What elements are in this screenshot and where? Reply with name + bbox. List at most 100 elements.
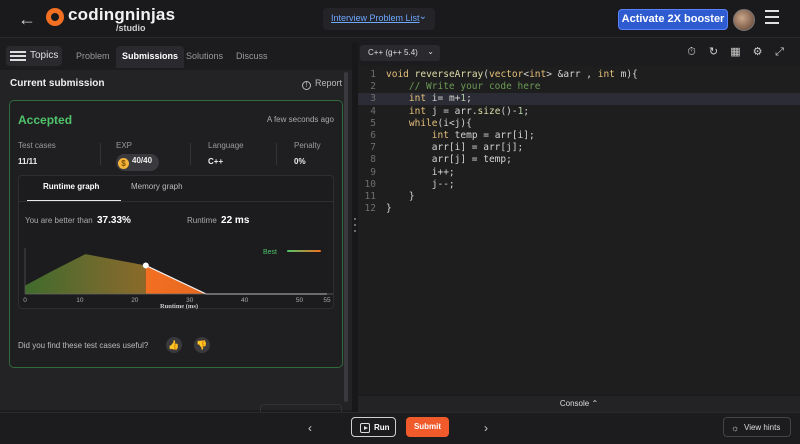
hints-label: View hints xyxy=(744,423,781,432)
x-tick-label: 20 xyxy=(131,297,139,304)
stat-value: C++ xyxy=(208,157,224,166)
exp-badge: $40/40 xyxy=(116,154,160,171)
run-button[interactable]: Run xyxy=(351,417,396,437)
better-label: You are better than xyxy=(25,216,93,225)
divider xyxy=(276,143,277,165)
left-panel-scrollbar[interactable] xyxy=(344,72,348,402)
avatar[interactable] xyxy=(733,9,755,31)
previous-arrow-icon[interactable]: ‹ xyxy=(308,421,312,435)
code-text: while(i<j){ xyxy=(408,117,472,129)
code-text: j--; xyxy=(386,178,455,190)
problem-list-label: Interview Problem List xyxy=(331,13,420,23)
x-axis-label: Runtime (ms) xyxy=(160,303,198,310)
code-line[interactable]: 1 void reverseArray(vector<int> &arr , in… xyxy=(358,69,800,81)
tab-submissions[interactable]: Submissions xyxy=(116,46,185,68)
code-line[interactable]: 5 while(i<j){ xyxy=(358,118,800,130)
panel-footer-stub xyxy=(260,404,342,412)
topics-button[interactable]: Topics xyxy=(6,46,62,66)
fullscreen-icon[interactable]: ⤢ xyxy=(773,46,786,59)
timer-icon[interactable]: ⏱ xyxy=(685,46,698,59)
thumbs-up-icon[interactable]: 👍 xyxy=(166,337,182,353)
next-arrow-icon[interactable]: › xyxy=(484,421,488,435)
x-tick-label: 10 xyxy=(76,297,84,304)
code-text: int i= m+1; xyxy=(408,93,472,105)
stat-penalty: Penalty 0% xyxy=(294,141,321,166)
stat-exp: EXP $40/40 xyxy=(116,141,160,171)
code-line[interactable]: 10 j--; xyxy=(358,179,800,191)
layout-icon[interactable]: ▦ xyxy=(729,46,742,59)
code-line[interactable]: 3 int i= m+1; xyxy=(358,93,800,106)
divider xyxy=(100,143,101,165)
code-line[interactable]: 7 arr[i] = arr[j]; xyxy=(358,142,800,154)
code-text: int temp = arr[i]; xyxy=(431,130,535,141)
tab-problem[interactable]: Problem xyxy=(70,46,116,68)
problem-list-dropdown[interactable]: Interview Problem List ⌄ xyxy=(323,8,435,30)
list-icon xyxy=(10,51,26,61)
code-line[interactable]: 6 int temp = arr[i]; xyxy=(358,130,800,142)
current-submission-title: Current submission xyxy=(10,78,105,89)
x-tick-label: 55 xyxy=(323,297,331,304)
status-badge: Accepted xyxy=(18,113,73,127)
code-text: int j = arr.size()-1; xyxy=(408,105,530,117)
console-toggle[interactable]: Console ⌃ xyxy=(358,396,800,412)
stat-label: Test cases xyxy=(18,141,56,150)
back-arrow-icon[interactable]: ← xyxy=(18,9,38,29)
code-line[interactable]: 12} xyxy=(358,203,800,215)
report-label: Report xyxy=(314,78,342,88)
activate-booster-button[interactable]: Activate 2X booster xyxy=(618,9,728,30)
code-text: // Write your code here xyxy=(386,81,541,93)
line-number: 8 xyxy=(370,154,376,166)
tab-runtime-graph[interactable]: Runtime graph xyxy=(43,182,99,191)
console-label: Console xyxy=(559,399,590,408)
code-line[interactable]: 11 } xyxy=(358,191,800,203)
view-hints-button[interactable]: ☼ View hints xyxy=(723,417,791,437)
code-line[interactable]: 4 int j = arr.size()-1; xyxy=(358,106,800,118)
submission-panel: Current submission ! Report Accepted A fe… xyxy=(0,70,352,412)
x-tick-label: 50 xyxy=(296,297,304,304)
thumbs-down-icon[interactable]: 👎 xyxy=(194,337,210,353)
language-select-value: C++ (g++ 5.4) xyxy=(368,48,418,57)
reset-icon[interactable]: ↻ xyxy=(707,46,720,59)
code-line[interactable]: 2 // Write your code here xyxy=(358,81,800,93)
code-text: i++; xyxy=(386,166,455,178)
bottom-bar: ‹ Run Submit › ☼ View hints xyxy=(0,412,800,444)
submission-time: A few seconds ago xyxy=(266,115,334,124)
tab-solutions[interactable]: Solutions xyxy=(180,46,229,68)
logo-icon xyxy=(46,8,64,26)
line-number: 9 xyxy=(370,166,376,178)
chevron-down-icon: ⌄ xyxy=(427,47,434,56)
report-button[interactable]: ! Report xyxy=(301,78,342,90)
settings-gear-icon[interactable]: ⚙ xyxy=(751,46,764,59)
exp-value: 40/40 xyxy=(132,156,153,165)
line-number: 10 xyxy=(364,178,376,190)
stat-value: 0% xyxy=(294,157,306,166)
line-number: 1 xyxy=(370,69,376,80)
chevron-up-icon: ⌃ xyxy=(591,399,599,408)
stat-label: Language xyxy=(208,141,244,150)
topics-label: Topics xyxy=(30,50,59,61)
info-icon: ! xyxy=(301,81,311,90)
line-number: 6 xyxy=(370,130,376,141)
code-text: void reverseArray(vector<int> &arr , int… xyxy=(386,69,638,80)
line-number: 11 xyxy=(364,191,376,202)
stat-label: Penalty xyxy=(294,141,321,150)
code-line[interactable]: 8 arr[j] = temp; xyxy=(358,154,800,166)
runtime-label: Runtime xyxy=(187,216,217,225)
area-below-runtime xyxy=(25,254,146,294)
graph-container: Runtime graph Memory graph You are bette… xyxy=(18,175,334,310)
hamburger-menu-icon[interactable] xyxy=(765,10,779,26)
line-number: 5 xyxy=(370,117,376,129)
lightbulb-icon: ☼ xyxy=(731,423,740,433)
legend-gradient xyxy=(287,250,321,252)
x-tick-label: 0 xyxy=(23,297,27,304)
submit-button[interactable]: Submit xyxy=(406,417,449,437)
problem-tabs: Topics Problem Submissions Solutions Dis… xyxy=(0,42,352,70)
runtime-marker xyxy=(142,262,149,269)
code-editor[interactable]: 1 void reverseArray(vector<int> &arr , in… xyxy=(358,66,800,394)
divider xyxy=(19,201,333,202)
language-select[interactable]: C++ (g++ 5.4) ⌄ xyxy=(360,45,440,61)
code-text: arr[j] = temp; xyxy=(386,154,512,166)
tab-memory-graph[interactable]: Memory graph xyxy=(131,182,183,191)
tab-discuss[interactable]: Discuss xyxy=(230,46,274,68)
code-line[interactable]: 9 i++; xyxy=(358,167,800,179)
